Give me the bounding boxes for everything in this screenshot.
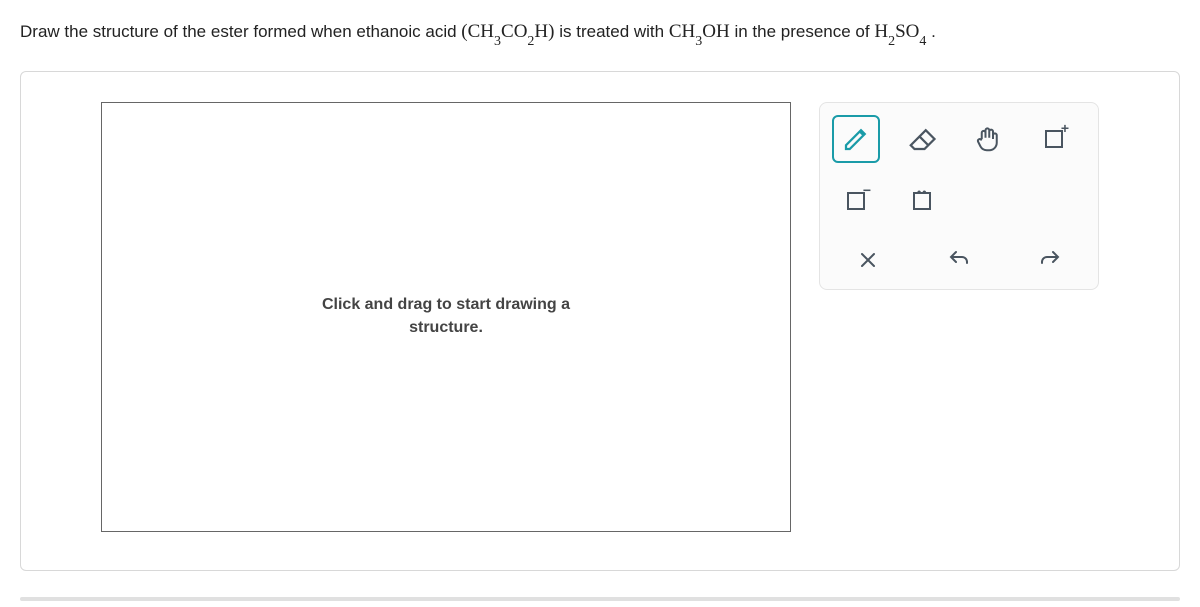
- action-row: [832, 239, 1086, 281]
- eraser-icon: [907, 124, 937, 154]
- positive-charge-icon: +: [1045, 130, 1063, 148]
- editor-panel: Click and drag to start drawing a struct…: [20, 71, 1180, 571]
- bottom-scrollbar[interactable]: [20, 597, 1180, 601]
- pencil-icon: [841, 124, 871, 154]
- question-prefix: Draw the structure of the ester formed w…: [20, 22, 461, 41]
- question-suffix: .: [931, 22, 936, 41]
- toolbox: + − ••: [819, 102, 1099, 290]
- question-text: Draw the structure of the ester formed w…: [0, 0, 1200, 59]
- tool-row-2: − ••: [832, 177, 1086, 225]
- negative-charge-tool[interactable]: −: [832, 177, 880, 225]
- lone-pair-icon: ••: [913, 192, 931, 210]
- negative-charge-icon: −: [847, 192, 865, 210]
- pencil-tool[interactable]: [832, 115, 880, 163]
- formula-3: H2SO4: [874, 21, 931, 42]
- undo-button[interactable]: [929, 239, 989, 281]
- redo-button[interactable]: [1020, 239, 1080, 281]
- positive-charge-tool[interactable]: +: [1030, 115, 1078, 163]
- close-icon: [856, 248, 880, 272]
- redo-icon: [1038, 248, 1062, 272]
- tool-row-1: +: [832, 115, 1086, 163]
- canvas-hint: Click and drag to start drawing a struct…: [322, 294, 570, 339]
- question-mid2: in the presence of: [734, 22, 874, 41]
- formula-2: CH3OH: [669, 21, 735, 42]
- hand-icon: [973, 124, 1003, 154]
- hand-tool[interactable]: [964, 115, 1012, 163]
- drawing-canvas[interactable]: Click and drag to start drawing a struct…: [101, 102, 791, 532]
- formula-1: (CH3CO2H): [461, 21, 559, 42]
- clear-button[interactable]: [838, 239, 898, 281]
- undo-icon: [947, 248, 971, 272]
- eraser-tool[interactable]: [898, 115, 946, 163]
- lone-pair-tool[interactable]: ••: [898, 177, 946, 225]
- question-mid1: is treated with: [559, 22, 669, 41]
